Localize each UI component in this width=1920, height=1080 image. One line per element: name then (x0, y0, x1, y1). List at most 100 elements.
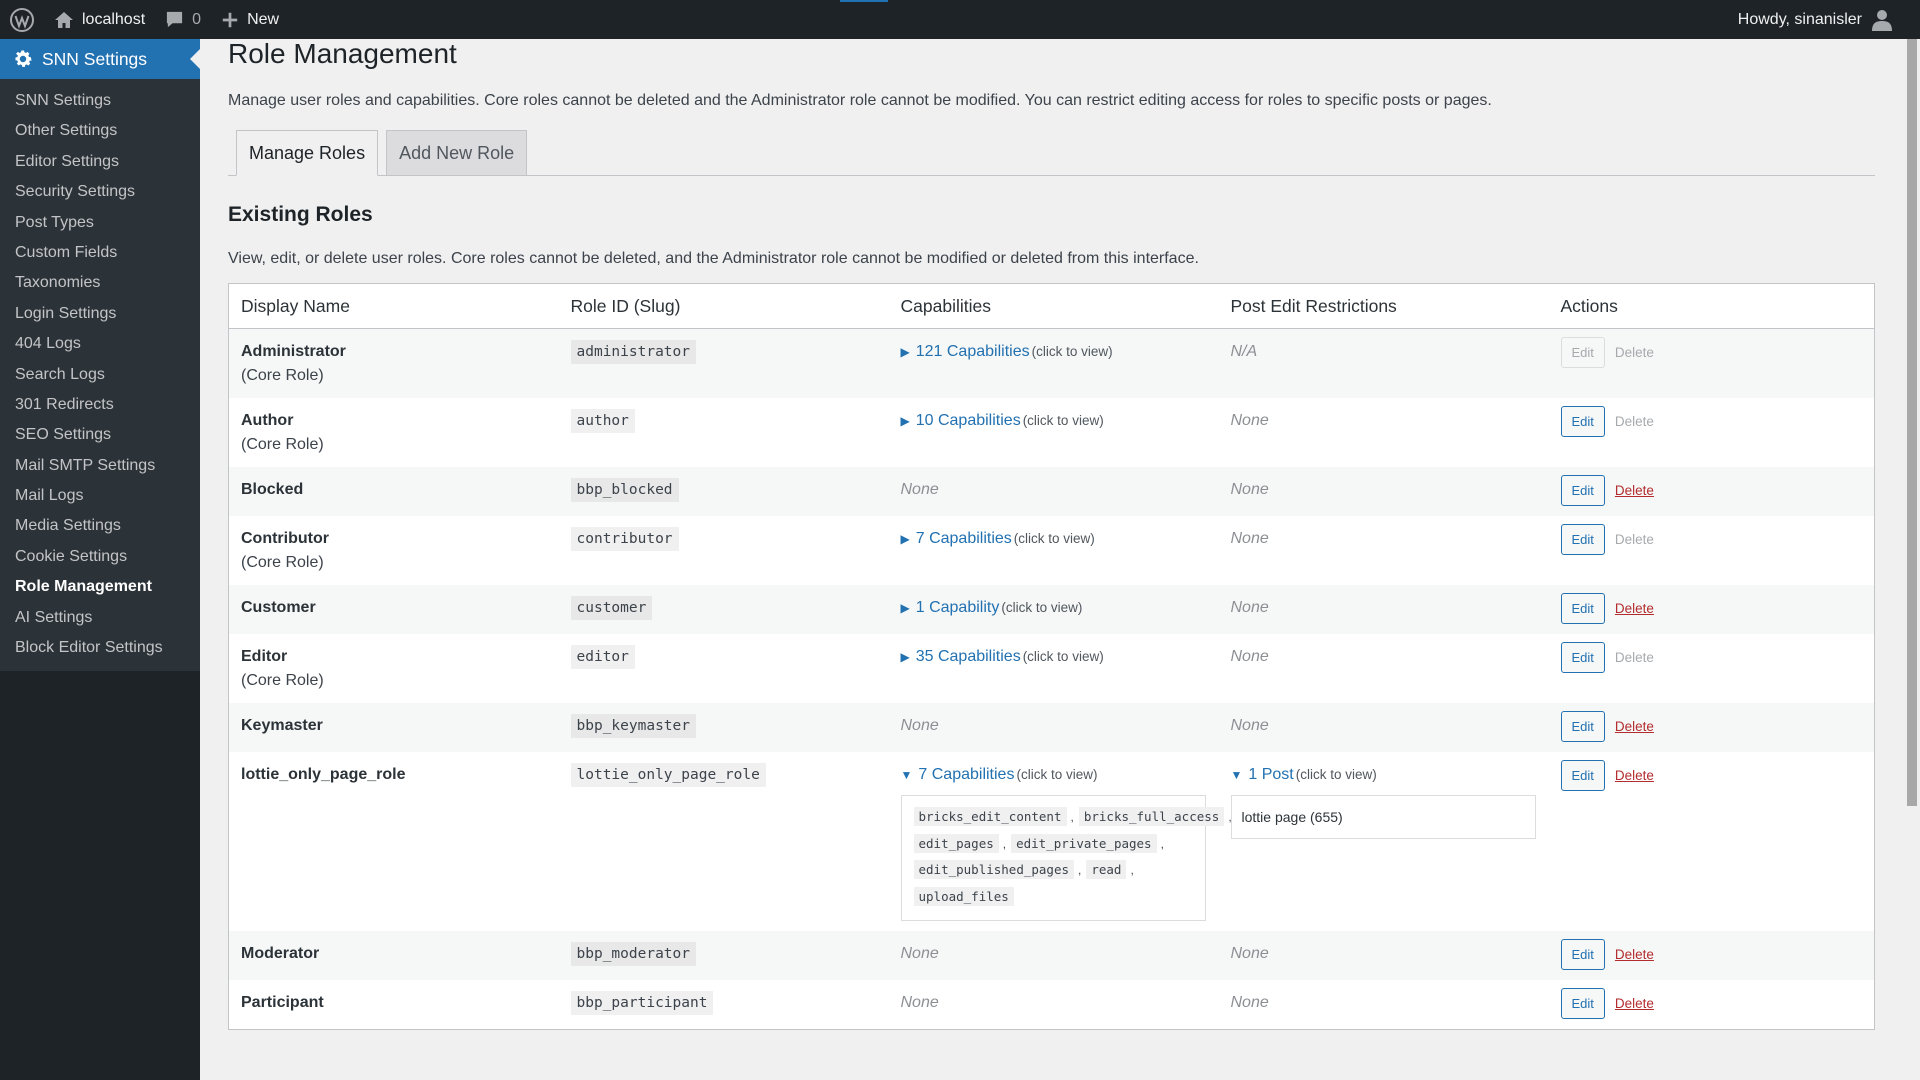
cell-actions: Edit Delete (1549, 398, 1875, 467)
page-scrollbar[interactable] (1904, 39, 1920, 1080)
sidebar-item-editor-settings[interactable]: Editor Settings (0, 147, 200, 177)
table-row: Participant bbp_participant None None Edit De… (229, 980, 1875, 1030)
edit-button[interactable]: Edit (1560, 988, 1605, 1019)
role-slug: bbp_participant (570, 991, 714, 1015)
restrictions-toggle[interactable]: ▼ 1 Post (click to view) (1231, 763, 1537, 787)
cell-role-id: customer (558, 585, 889, 634)
role-name: Editor (241, 648, 288, 665)
triangle-right-icon: ▶ (900, 345, 910, 359)
triangle-down-icon: ▼ (900, 768, 913, 782)
capabilities-toggle[interactable]: ▶ 7 Capabilities (click to view) (901, 527, 1207, 551)
capabilities-count: 121 Capabilities (915, 343, 1030, 360)
sidebar-top-snn-settings[interactable]: SNN Settings (0, 39, 200, 79)
core-role-label: (Core Role) (241, 367, 324, 384)
sidebar-item-mail-smtp-settings[interactable]: Mail SMTP Settings (0, 451, 200, 481)
role-slug: contributor (570, 527, 679, 551)
delete-link[interactable]: Delete (1615, 642, 1654, 673)
restricted-posts-list: lottie page (655) (1230, 795, 1536, 839)
cell-capabilities: None (888, 467, 1219, 516)
header-display-name: Display Name (228, 283, 559, 329)
edit-button[interactable]: Edit (1560, 524, 1605, 555)
capabilities-toggle[interactable]: ▶ 35 Capabilities (click to view) (901, 645, 1207, 669)
sidebar-item-post-types[interactable]: Post Types (0, 208, 200, 238)
capabilities-toggle[interactable]: ▼ 7 Capabilities (click to view) (901, 763, 1207, 787)
cell-capabilities: None (889, 980, 1219, 1030)
cell-actions: Edit Delete (1548, 585, 1875, 634)
capabilities-toggle[interactable]: ▶ 10 Capabilities (click to view) (901, 409, 1207, 433)
edit-button[interactable]: Edit (1560, 475, 1605, 506)
delete-link[interactable]: Delete (1615, 988, 1654, 1019)
capability-item: upload_files (913, 886, 1014, 906)
edit-button[interactable]: Edit (1560, 760, 1605, 791)
sidebar-top-label: SNN Settings (42, 48, 148, 69)
header-actions: Actions (1548, 283, 1875, 329)
my-account-menu[interactable]: Howdy, sinanisler (1720, 0, 1920, 39)
delete-link[interactable]: Delete (1615, 406, 1654, 437)
tab-add-new-role[interactable]: Add New Role (386, 130, 528, 176)
new-content-link[interactable]: New (211, 0, 289, 39)
role-name: Administrator (241, 343, 346, 360)
cell-display-name: Participant (229, 980, 559, 1030)
sidebar-item-snn-settings[interactable]: SNN Settings (0, 86, 200, 116)
sidebar-item-custom-fields[interactable]: Custom Fields (0, 238, 200, 268)
edit-button[interactable]: Edit (1560, 642, 1605, 673)
tab-manage-roles[interactable]: Manage Roles (236, 130, 379, 176)
sidebar-item-mail-logs[interactable]: Mail Logs (0, 481, 200, 511)
table-row: Contributor (Core Role) contributor ▶ 7 Capa… (229, 516, 1875, 585)
cell-capabilities: ▶ 10 Capabilities (click to view) (889, 398, 1219, 467)
comments-link[interactable]: 0 (155, 0, 211, 39)
sidebar-item-ai-settings[interactable]: AI Settings (0, 603, 200, 633)
sidebar-item-search-logs[interactable]: Search Logs (0, 360, 200, 390)
sidebar-item-security-settings[interactable]: Security Settings (0, 177, 200, 207)
wordpress-logo-menu[interactable] (0, 0, 44, 39)
role-name: Contributor (241, 530, 329, 547)
cell-actions: Edit Delete (1548, 467, 1875, 516)
delete-link[interactable]: Delete (1615, 337, 1654, 368)
cell-actions: Edit Delete (1549, 516, 1875, 585)
cell-capabilities: ▼ 7 Capabilities (click to view) bricks_edi… (889, 752, 1232, 931)
page-title: Role Management (228, 39, 457, 69)
delete-link[interactable]: Delete (1615, 711, 1654, 742)
click-hint: (click to view) (1001, 600, 1083, 615)
edit-button[interactable]: Edit (1560, 711, 1605, 742)
site-name-link[interactable]: localhost (44, 0, 155, 39)
cell-post-edit-restrictions: None (1218, 703, 1549, 752)
sidebar-item-taxonomies[interactable]: Taxonomies (0, 268, 200, 298)
list-separator: , (1160, 836, 1164, 851)
howdy-text: Howdy, sinanisler (1737, 10, 1862, 28)
sidebar-item-301-redirects[interactable]: 301 Redirects (0, 390, 200, 420)
cell-actions: Edit Delete (1549, 752, 1875, 931)
cell-display-name: lottie_only_page_role (229, 752, 559, 931)
edit-button[interactable]: Edit (1560, 593, 1605, 624)
edit-button[interactable]: Edit (1560, 337, 1605, 368)
cell-display-name: Blocked (228, 467, 559, 516)
capabilities-toggle[interactable]: ▶ 1 Capability (click to view) (901, 596, 1207, 620)
edit-button[interactable]: Edit (1560, 406, 1605, 437)
edit-button[interactable]: Edit (1560, 939, 1605, 970)
capabilities-count: 1 Capability (915, 599, 1000, 616)
delete-link[interactable]: Delete (1615, 760, 1654, 791)
scrollbar-thumb[interactable] (1907, 39, 1917, 806)
cell-post-edit-restrictions: None (1218, 585, 1549, 634)
capability-item: edit_published_pages (913, 860, 1075, 879)
sidebar-item-role-management[interactable]: Role Management (0, 572, 200, 602)
cell-role-id: bbp_moderator (558, 931, 889, 980)
sidebar-item-cookie-settings[interactable]: Cookie Settings (0, 542, 200, 572)
sidebar-item-seo-settings[interactable]: SEO Settings (0, 420, 200, 450)
delete-link[interactable]: Delete (1615, 939, 1654, 970)
sidebar-item-block-editor-settings[interactable]: Block Editor Settings (0, 633, 200, 663)
table-row: Keymaster bbp_keymaster None None Edit Delete (228, 703, 1875, 752)
capabilities-toggle[interactable]: ▶ 121 Capabilities (click to view) (901, 340, 1207, 364)
cell-display-name: Administrator (Core Role) (228, 328, 559, 398)
sidebar-item-other-settings[interactable]: Other Settings (0, 116, 200, 146)
delete-link[interactable]: Delete (1615, 593, 1654, 624)
click-hint: (click to view) (1022, 649, 1104, 664)
table-row: Author (Core Role) author ▶ 10 Capabilities(… (229, 398, 1875, 467)
delete-link[interactable]: Delete (1615, 524, 1654, 555)
delete-link[interactable]: Delete (1615, 475, 1654, 506)
sidebar-item-login-settings[interactable]: Login Settings (0, 299, 200, 329)
current-menu-arrow (190, 49, 200, 69)
site-name: localhost (82, 10, 146, 28)
sidebar-item-media-settings[interactable]: Media Settings (0, 511, 200, 541)
sidebar-item-404-logs[interactable]: 404 Logs (0, 329, 200, 359)
